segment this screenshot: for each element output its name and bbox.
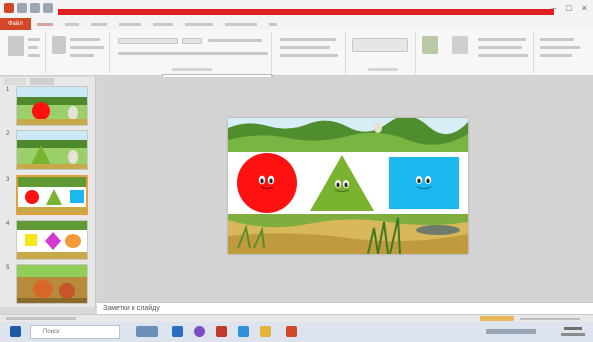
tab-file[interactable]: Файл: [0, 18, 31, 30]
new-slide-icon[interactable]: [52, 36, 66, 54]
task-view-icon[interactable]: [172, 326, 183, 337]
quick-access-toolbar: [4, 3, 53, 13]
ribbon: [0, 30, 593, 76]
undo-icon[interactable]: [30, 3, 40, 13]
search-placeholder: Поиск: [43, 329, 60, 335]
powerpoint-icon[interactable]: [286, 326, 297, 337]
current-slide[interactable]: [228, 118, 468, 254]
slide-number: 5: [6, 265, 10, 271]
window-title-strip: [58, 9, 554, 15]
slide-thumbnail-1[interactable]: [16, 86, 88, 126]
editing-group: [536, 32, 588, 74]
arrange-icon[interactable]: [422, 36, 438, 54]
slide-number: 3: [6, 177, 10, 183]
tab-slideshow[interactable]: [179, 22, 219, 26]
status-bar: [0, 314, 593, 322]
view-buttons[interactable]: [480, 316, 514, 321]
taskbar-search-input[interactable]: Поиск: [30, 325, 120, 339]
app-logo-icon: [4, 3, 14, 13]
mail-icon[interactable]: [238, 326, 249, 337]
close-button[interactable]: ×: [582, 3, 587, 13]
slide-number: 1: [6, 87, 10, 93]
slide-thumbnail-5[interactable]: [16, 264, 88, 304]
slide-number: 4: [6, 221, 10, 227]
zoom-slider[interactable]: [520, 318, 580, 320]
folder-icon[interactable]: [260, 326, 271, 337]
tab-home[interactable]: [31, 22, 59, 26]
tab-review[interactable]: [219, 22, 263, 26]
quick-styles-icon[interactable]: [452, 36, 468, 54]
tab-view[interactable]: [263, 22, 283, 26]
explorer-thumbnail-icon[interactable]: [136, 326, 158, 337]
blue-square-shape[interactable]: [389, 157, 459, 209]
drawing-group: [348, 32, 416, 74]
title-bar: – □ ×: [0, 0, 593, 18]
tab-insert[interactable]: [59, 22, 85, 26]
font-group: [112, 32, 272, 74]
minimize-button[interactable]: –: [551, 3, 556, 13]
notes-placeholder: Заметки к слайду: [103, 305, 160, 312]
system-tray[interactable]: [486, 329, 536, 334]
slide-thumbnail-3[interactable]: [16, 175, 88, 215]
save-icon[interactable]: [17, 3, 27, 13]
tab-outline[interactable]: [30, 77, 54, 85]
tab-transitions[interactable]: [113, 22, 147, 26]
red-circle-shape[interactable]: [237, 153, 297, 213]
pane-tabs: [4, 77, 92, 85]
slides-group: [48, 32, 110, 74]
slide-thumbnails-pane: 1 2 3 4 5: [0, 77, 96, 307]
slide-number: 2: [6, 131, 10, 137]
notes-pane[interactable]: Заметки к слайду: [97, 302, 593, 314]
cortana-icon[interactable]: [194, 326, 205, 337]
window-controls: – □ ×: [551, 3, 587, 13]
taskbar: Поиск: [0, 322, 593, 342]
tab-animations[interactable]: [147, 22, 179, 26]
ribbon-tabs: Файл: [0, 18, 593, 30]
arrange-group: [418, 32, 534, 74]
redo-icon[interactable]: [43, 3, 53, 13]
clipboard-group: [4, 32, 46, 74]
paste-icon[interactable]: [8, 36, 24, 56]
tab-design[interactable]: [85, 22, 113, 26]
slide-thumbnail-4[interactable]: [16, 220, 88, 260]
browser-icon[interactable]: [216, 326, 227, 337]
slide-thumbnail-2[interactable]: [16, 130, 88, 170]
maximize-button[interactable]: □: [566, 3, 571, 13]
tab-slides[interactable]: [4, 77, 26, 85]
paragraph-group: [274, 32, 346, 74]
windows-start-icon[interactable]: [10, 326, 21, 337]
taskbar-clock[interactable]: [561, 325, 585, 336]
